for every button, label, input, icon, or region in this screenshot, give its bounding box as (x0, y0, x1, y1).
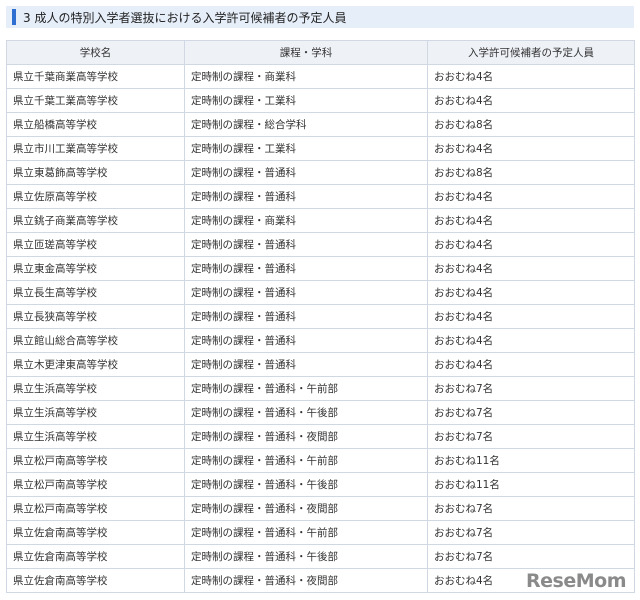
cell-quota: おおむね4名 (427, 88, 635, 113)
cell-course: 定時制の課程・普通科 (184, 232, 428, 257)
cell-course: 定時制の課程・普通科・午後部 (184, 472, 428, 497)
cell-course: 定時制の課程・普通科 (184, 328, 428, 353)
cell-course: 定時制の課程・商業科 (184, 64, 428, 89)
cell-course: 定時制の課程・総合学科 (184, 112, 428, 137)
cell-school: 県立松戸南高等学校 (6, 472, 185, 497)
cell-school: 県立市川工業高等学校 (6, 136, 185, 161)
header-school: 学校名 (6, 40, 185, 65)
cell-course: 定時制の課程・普通科 (184, 280, 428, 305)
cell-course: 定時制の課程・工業科 (184, 136, 428, 161)
table-row: 県立匝瑳高等学校 定時制の課程・普通科 おおむね4名 (6, 232, 635, 257)
table-row: 県立銚子商業高等学校 定時制の課程・商業科 おおむね4名 (6, 208, 635, 233)
cell-quota: おおむね4名 (427, 352, 635, 377)
cell-quota: おおむね4名 (427, 184, 635, 209)
cell-quota: おおむね4名 (427, 64, 635, 89)
table-row: 県立生浜高等学校 定時制の課程・普通科・午前部 おおむね7名 (6, 376, 635, 401)
cell-school: 県立東金高等学校 (6, 256, 185, 281)
header-course: 課程・学科 (184, 40, 428, 65)
cell-quota: おおむね7名 (427, 376, 635, 401)
table-row: 県立館山総合高等学校 定時制の課程・普通科 おおむね4名 (6, 328, 635, 353)
table-row: 県立佐倉南高等学校 定時制の課程・普通科・午前部 おおむね7名 (6, 520, 635, 545)
section-heading: 3 成人の特別入学者選抜における入学許可候補者の予定人員 (6, 6, 634, 28)
cell-school: 県立佐倉南高等学校 (6, 520, 185, 545)
cell-quota: おおむね4名 (427, 208, 635, 233)
cell-school: 県立生浜高等学校 (6, 424, 185, 449)
cell-school: 県立館山総合高等学校 (6, 328, 185, 353)
cell-quota: おおむね11名 (427, 448, 635, 473)
cell-school: 県立銚子商業高等学校 (6, 208, 185, 233)
cell-school: 県立千葉工業高等学校 (6, 88, 185, 113)
table-row: 県立松戸南高等学校 定時制の課程・普通科・午後部 おおむね11名 (6, 472, 635, 497)
table-row: 県立生浜高等学校 定時制の課程・普通科・午後部 おおむね7名 (6, 400, 635, 425)
cell-course: 定時制の課程・普通科・夜間部 (184, 496, 428, 521)
cell-course: 定時制の課程・普通科 (184, 184, 428, 209)
cell-school: 県立佐原高等学校 (6, 184, 185, 209)
table-row: 県立長生高等学校 定時制の課程・普通科 おおむね4名 (6, 280, 635, 305)
cell-school: 県立長生高等学校 (6, 280, 185, 305)
cell-school: 県立船橋高等学校 (6, 112, 185, 137)
cell-course: 定時制の課程・普通科・午前部 (184, 520, 428, 545)
cell-school: 県立東葛飾高等学校 (6, 160, 185, 185)
table-row: 県立佐原高等学校 定時制の課程・普通科 おおむね4名 (6, 184, 635, 209)
cell-school: 県立長狭高等学校 (6, 304, 185, 329)
table-row: 県立佐倉南高等学校 定時制の課程・普通科・午後部 おおむね7名 (6, 544, 635, 569)
cell-school: 県立松戸南高等学校 (6, 496, 185, 521)
table-row: 県立生浜高等学校 定時制の課程・普通科・夜間部 おおむね7名 (6, 424, 635, 449)
cell-school: 県立松戸南高等学校 (6, 448, 185, 473)
table-row: 県立東葛飾高等学校 定時制の課程・普通科 おおむね8名 (6, 160, 635, 185)
table-row: 県立松戸南高等学校 定時制の課程・普通科・午前部 おおむね11名 (6, 448, 635, 473)
quota-table: 学校名 課程・学科 入学許可候補者の予定人員 県立千葉商業高等学校 定時制の課程・… (6, 40, 635, 593)
cell-course: 定時制の課程・普通科・午前部 (184, 448, 428, 473)
cell-course: 定時制の課程・商業科 (184, 208, 428, 233)
cell-school: 県立生浜高等学校 (6, 400, 185, 425)
cell-school: 県立匝瑳高等学校 (6, 232, 185, 257)
cell-course: 定時制の課程・普通科 (184, 352, 428, 377)
cell-quota: おおむね7名 (427, 424, 635, 449)
table-row: 県立千葉工業高等学校 定時制の課程・工業科 おおむね4名 (6, 88, 635, 113)
cell-quota: おおむね4名 (427, 256, 635, 281)
cell-quota: おおむね8名 (427, 112, 635, 137)
cell-quota: おおむね11名 (427, 472, 635, 497)
cell-quota: おおむね7名 (427, 544, 635, 569)
table-header-row: 学校名 課程・学科 入学許可候補者の予定人員 (6, 40, 635, 65)
cell-quota: おおむね4名 (427, 232, 635, 257)
section-title: 3 成人の特別入学者選抜における入学許可候補者の予定人員 (23, 10, 347, 25)
cell-quota: おおむね7名 (427, 400, 635, 425)
table-row: 県立木更津東高等学校 定時制の課程・普通科 おおむね4名 (6, 352, 635, 377)
table-row: 県立東金高等学校 定時制の課程・普通科 おおむね4名 (6, 256, 635, 281)
table-row: 県立市川工業高等学校 定時制の課程・工業科 おおむね4名 (6, 136, 635, 161)
resemom-logo: ReseMom (526, 570, 626, 592)
cell-course: 定時制の課程・普通科・夜間部 (184, 568, 428, 593)
cell-school: 県立生浜高等学校 (6, 376, 185, 401)
cell-quota: おおむね7名 (427, 520, 635, 545)
header-quota: 入学許可候補者の予定人員 (427, 40, 635, 65)
cell-course: 定時制の課程・普通科・午前部 (184, 376, 428, 401)
cell-quota: おおむね4名 (427, 304, 635, 329)
cell-quota: おおむね4名 (427, 136, 635, 161)
table-body: 県立千葉商業高等学校 定時制の課程・商業科 おおむね4名 県立千葉工業高等学校 定時制の… (6, 64, 635, 593)
cell-course: 定時制の課程・普通科 (184, 160, 428, 185)
cell-school: 県立佐倉南高等学校 (6, 568, 185, 593)
cell-quota: おおむね4名 (427, 280, 635, 305)
cell-quota: おおむね4名 (427, 328, 635, 353)
cell-course: 定時制の課程・普通科・午後部 (184, 544, 428, 569)
cell-quota: おおむね7名 (427, 496, 635, 521)
table-row: 県立長狭高等学校 定時制の課程・普通科 おおむね4名 (6, 304, 635, 329)
cell-course: 定時制の課程・工業科 (184, 88, 428, 113)
cell-course: 定時制の課程・普通科・夜間部 (184, 424, 428, 449)
cell-school: 県立千葉商業高等学校 (6, 64, 185, 89)
cell-course: 定時制の課程・普通科 (184, 304, 428, 329)
cell-quota: おおむね8名 (427, 160, 635, 185)
heading-accent-bar (12, 9, 16, 25)
cell-course: 定時制の課程・普通科 (184, 256, 428, 281)
table-row: 県立千葉商業高等学校 定時制の課程・商業科 おおむね4名 (6, 64, 635, 89)
cell-school: 県立木更津東高等学校 (6, 352, 185, 377)
cell-school: 県立佐倉南高等学校 (6, 544, 185, 569)
table-row: 県立船橋高等学校 定時制の課程・総合学科 おおむね8名 (6, 112, 635, 137)
table-row: 県立松戸南高等学校 定時制の課程・普通科・夜間部 おおむね7名 (6, 496, 635, 521)
cell-course: 定時制の課程・普通科・午後部 (184, 400, 428, 425)
